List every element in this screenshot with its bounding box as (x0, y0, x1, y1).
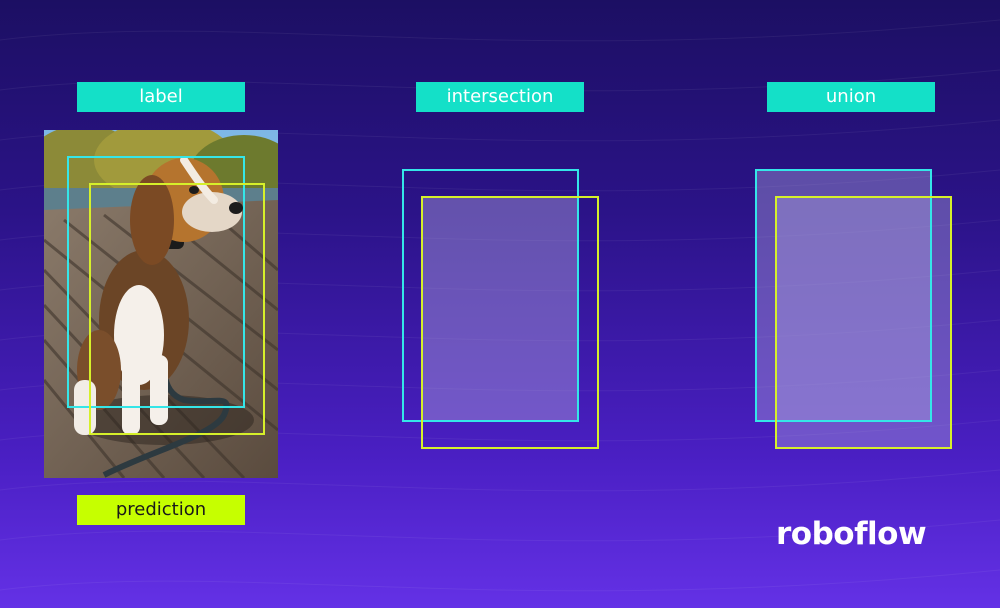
iou-diagram: label prediction intersection union robo… (0, 0, 1000, 608)
prediction-bounding-box (89, 183, 265, 435)
union-prediction-box (775, 196, 952, 449)
intersection-tag: intersection (416, 82, 584, 112)
prediction-tag: prediction (77, 495, 245, 525)
roboflow-logo: roboflow (776, 516, 927, 552)
union-tag: union (767, 82, 935, 112)
label-tag: label (77, 82, 245, 112)
intersection-prediction-box (421, 196, 599, 449)
